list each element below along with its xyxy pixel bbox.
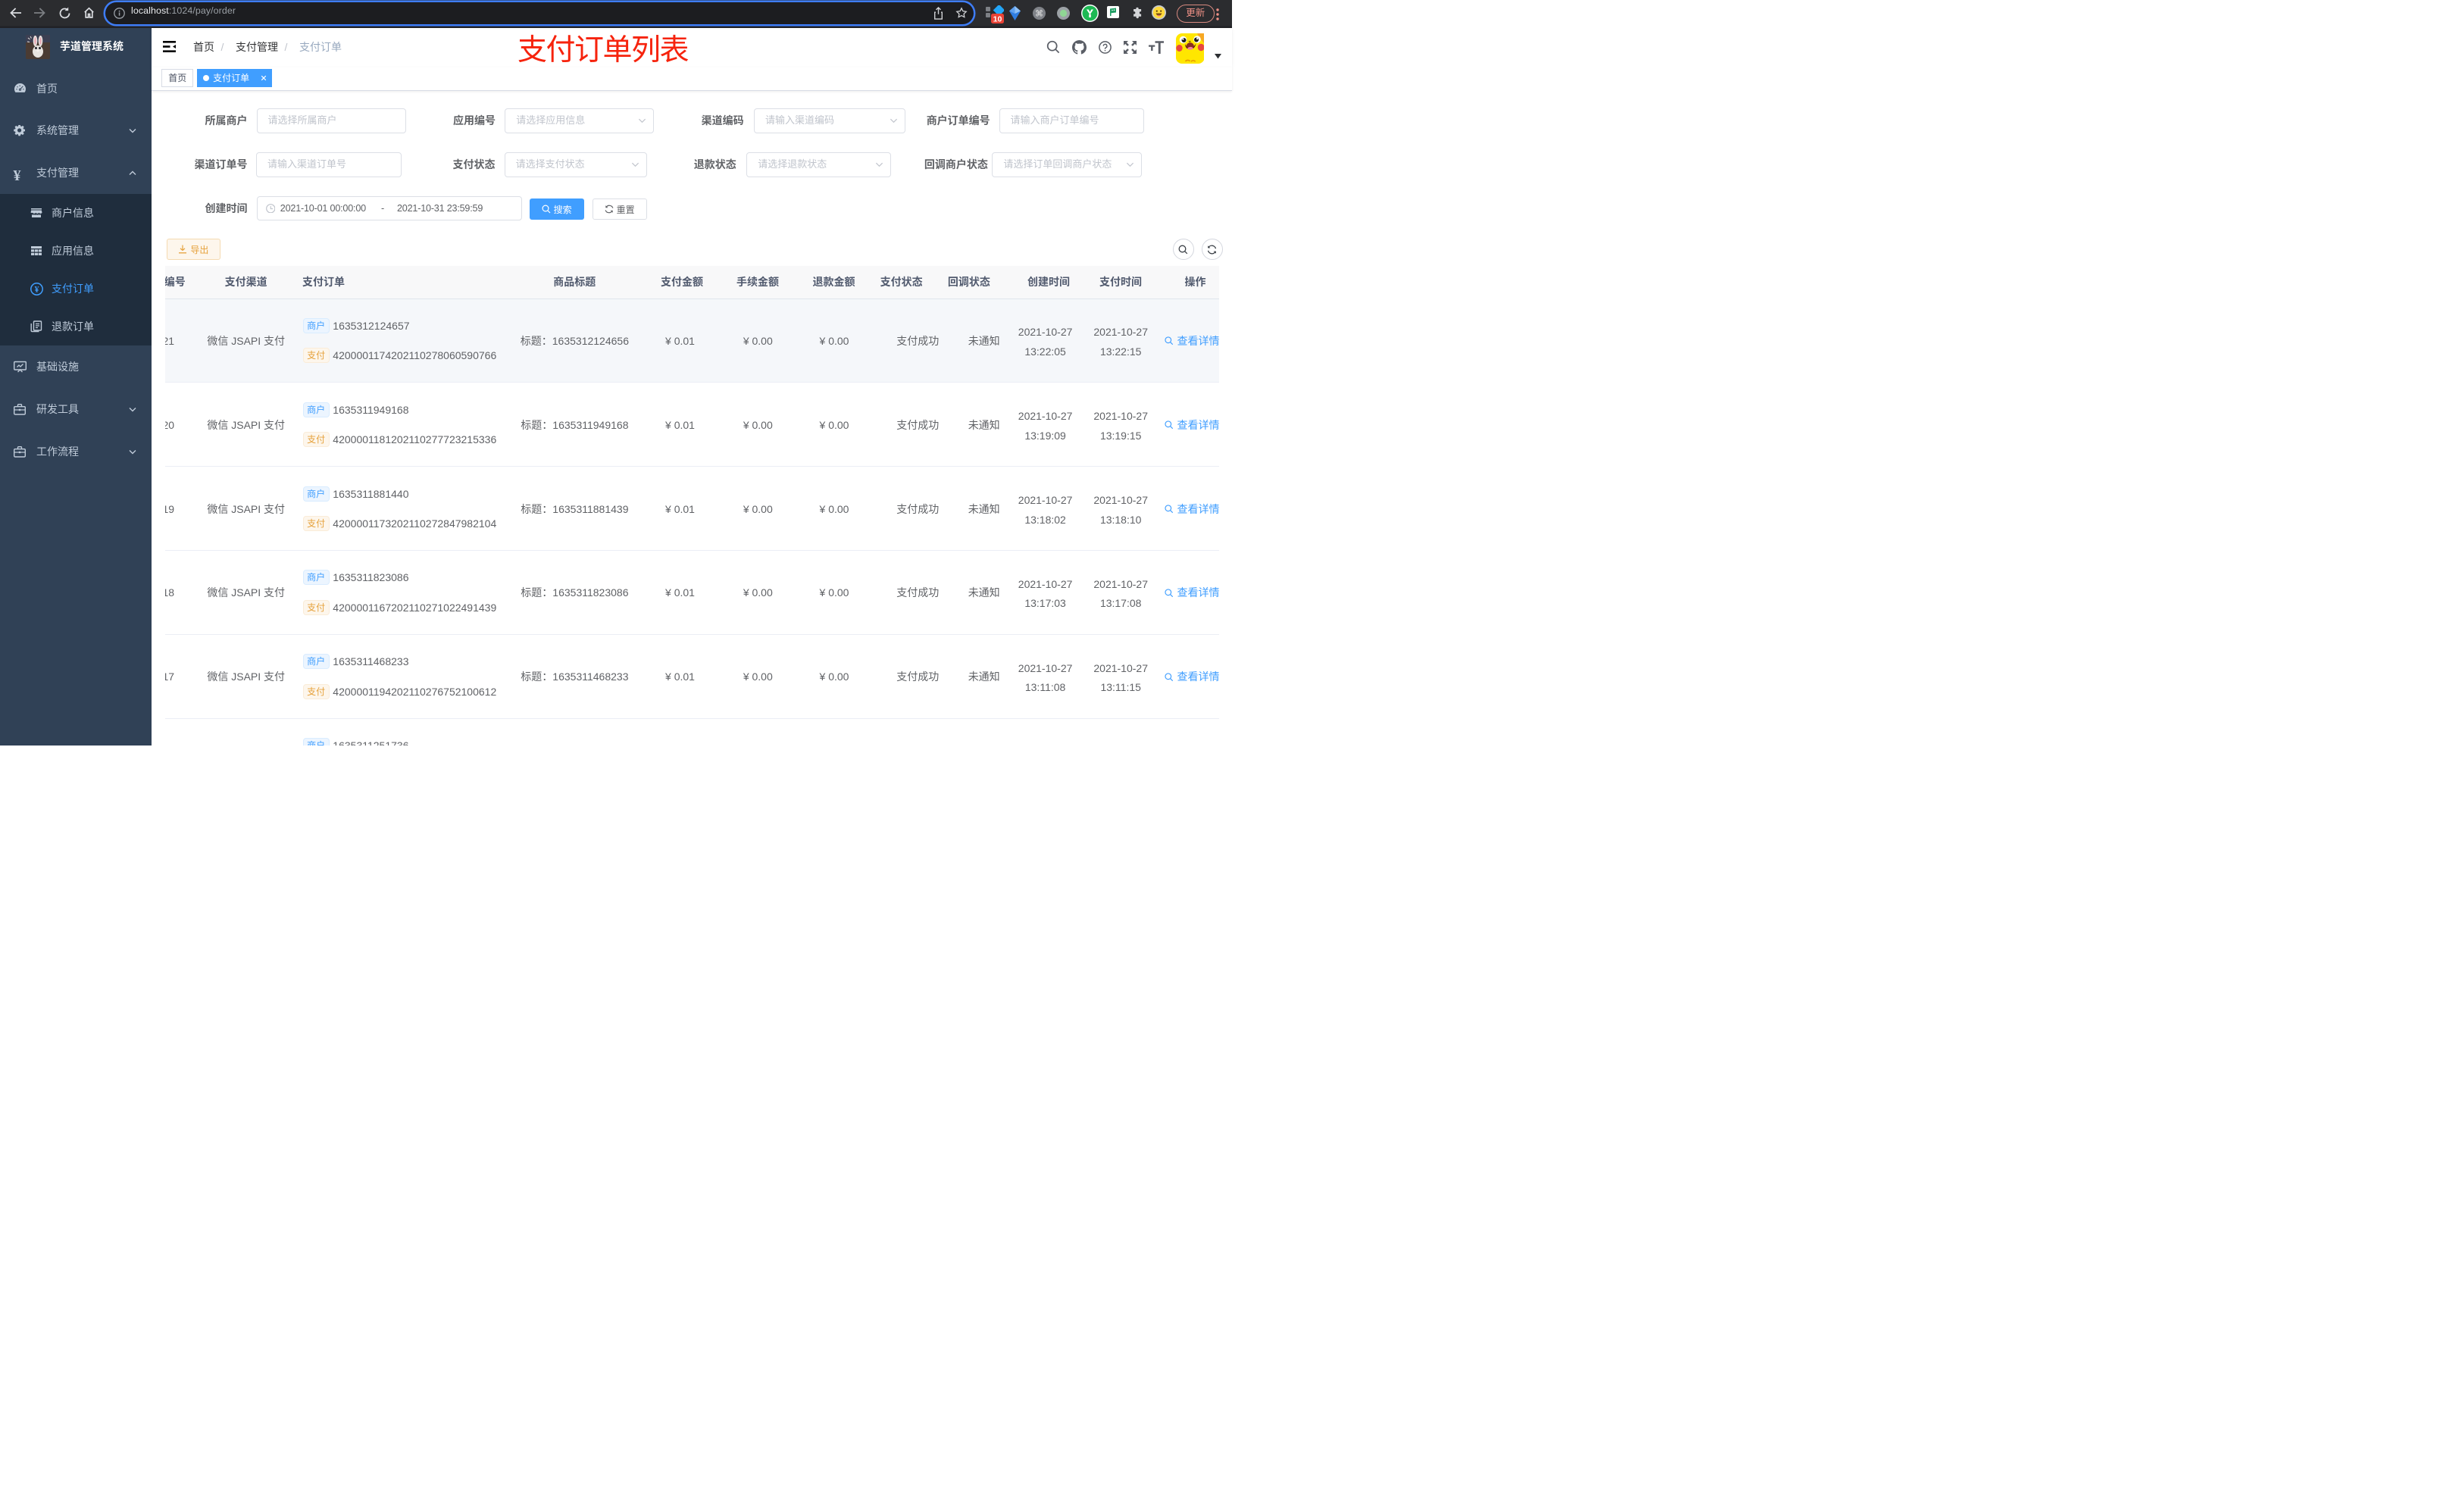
svg-text:10: 10 (993, 15, 1002, 24)
svg-text:⌘: ⌘ (1035, 10, 1043, 19)
svg-text:¥: ¥ (35, 283, 39, 295)
